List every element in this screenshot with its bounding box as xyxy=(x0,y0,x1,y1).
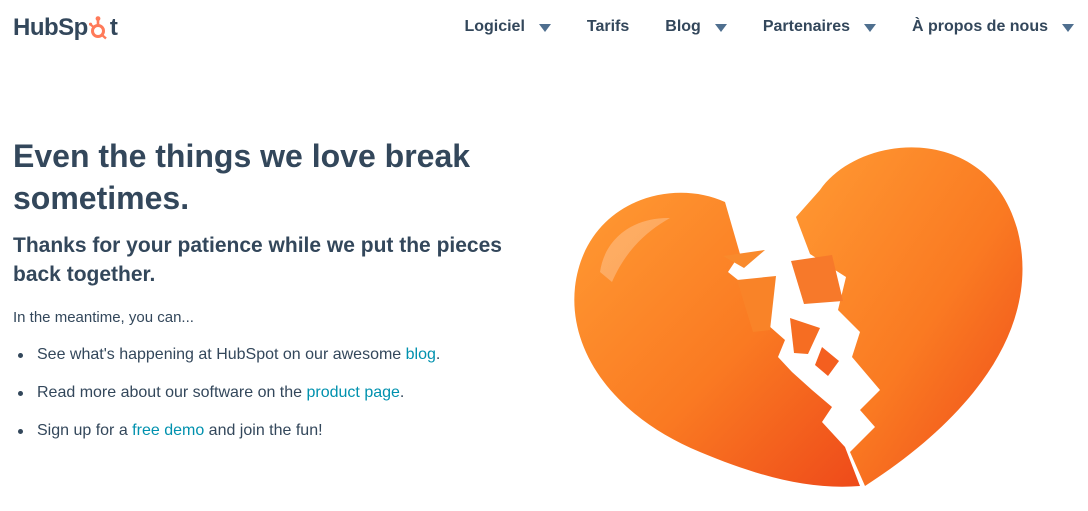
nav-item-label: À propos de nous xyxy=(912,18,1048,35)
free-demo-link[interactable]: free demo xyxy=(132,422,204,439)
nav-item-label: Tarifs xyxy=(586,18,630,35)
list-item: Read more about our software on the prod… xyxy=(13,382,533,404)
list-item-text: Sign up for a xyxy=(37,422,133,439)
blog-link[interactable]: blog xyxy=(406,346,436,363)
logo-text-left: HubSp xyxy=(13,14,88,41)
sprocket-icon xyxy=(88,16,107,40)
nav-item-label: Blog xyxy=(665,18,701,35)
caret-down-icon xyxy=(864,24,876,32)
page-subtitle: Thanks for your patience while we put th… xyxy=(13,234,502,286)
list-item-text-end: . xyxy=(399,384,405,401)
nav-item-label: Logiciel xyxy=(464,18,525,35)
nav-item-logiciel[interactable]: Logiciel xyxy=(464,18,551,36)
caret-down-icon xyxy=(1062,24,1074,32)
suggestion-list: See what's happening at HubSpot on our a… xyxy=(13,344,533,442)
bullet-icon xyxy=(18,391,23,396)
list-item-text: Read more about our software on the xyxy=(37,384,307,401)
nav-item-partenaires[interactable]: Partenaires xyxy=(763,18,876,36)
list-item: Sign up for a free demo and join the fun… xyxy=(13,420,533,442)
heart-fragment xyxy=(790,318,820,354)
list-item-text: See what's happening at HubSpot on our a… xyxy=(37,346,406,363)
main-nav: Logiciel Tarifs Blog Partenaires À propo… xyxy=(464,18,1074,36)
top-navigation-bar: HubSp t Logiciel Tarifs Blog Partenaires… xyxy=(0,0,1088,62)
caret-down-icon xyxy=(538,24,551,32)
page-title: Even the things we love break sometimes. xyxy=(13,138,471,216)
bullet-icon xyxy=(18,429,23,434)
intro-text: In the meantime, you can... xyxy=(13,309,194,326)
nav-item-label: Partenaires xyxy=(762,18,850,35)
list-item: See what's happening at HubSpot on our a… xyxy=(13,344,533,366)
nav-item-a-propos[interactable]: À propos de nous xyxy=(912,18,1074,36)
list-item-text-end: . xyxy=(435,346,441,363)
logo-text-right: t xyxy=(109,14,118,41)
heart-fragment xyxy=(815,347,839,376)
list-item-text-end: and join the fun! xyxy=(204,422,323,439)
hubspot-logo[interactable]: HubSp t xyxy=(13,14,118,42)
broken-heart-icon xyxy=(574,147,1023,487)
nav-item-blog[interactable]: Blog xyxy=(665,18,727,36)
product-page-link[interactable]: product page xyxy=(307,384,400,401)
bullet-icon xyxy=(18,353,23,358)
error-content: Even the things we love break sometimes.… xyxy=(13,135,533,458)
nav-item-tarifs[interactable]: Tarifs xyxy=(587,18,629,36)
caret-down-icon xyxy=(714,24,727,32)
